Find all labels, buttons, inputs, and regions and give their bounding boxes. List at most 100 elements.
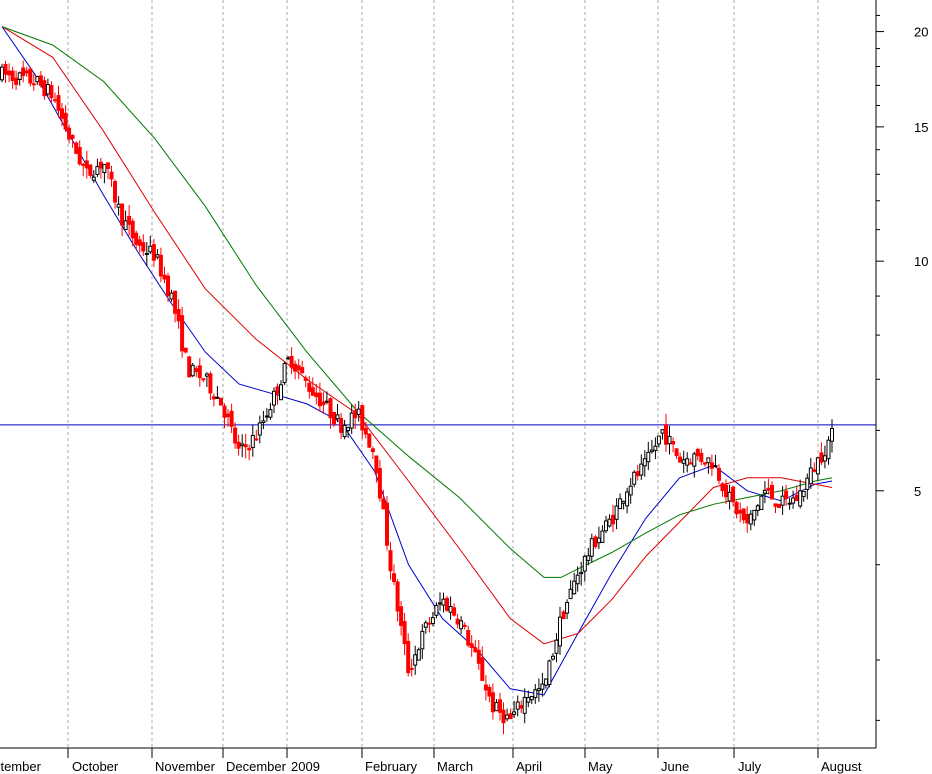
candle xyxy=(367,433,372,449)
candle xyxy=(667,425,672,455)
candle xyxy=(759,495,764,511)
candle-body xyxy=(236,441,241,449)
candle-body xyxy=(49,85,54,99)
candle-body xyxy=(561,611,566,620)
candle-body xyxy=(738,509,743,514)
candle xyxy=(770,481,774,500)
candle-body xyxy=(501,709,506,724)
candle-body xyxy=(109,171,114,180)
candle xyxy=(787,497,792,510)
candle xyxy=(219,397,223,406)
candle-body xyxy=(423,622,428,628)
candle-body xyxy=(88,164,93,176)
candle-body xyxy=(755,505,760,511)
candle xyxy=(300,360,305,374)
candle-body xyxy=(438,602,442,605)
candle xyxy=(540,672,545,697)
candle-body xyxy=(512,711,517,715)
candle-body xyxy=(180,315,185,352)
candle-body xyxy=(473,647,478,653)
candle xyxy=(190,363,195,378)
candle-body xyxy=(536,688,541,692)
candle xyxy=(558,606,562,655)
candle xyxy=(63,105,68,133)
candle xyxy=(508,708,513,720)
ma-mid-line xyxy=(1,26,833,645)
candle xyxy=(575,566,580,592)
candle xyxy=(272,387,276,413)
candle-body xyxy=(745,514,750,524)
candle xyxy=(28,67,33,87)
candle xyxy=(830,419,834,453)
candle-body xyxy=(261,420,266,423)
candle xyxy=(688,458,693,465)
x-tick-label: June xyxy=(661,759,689,774)
candle xyxy=(483,675,488,701)
candle-body xyxy=(155,254,160,258)
candle-body xyxy=(646,451,651,463)
candle xyxy=(480,646,485,681)
candle-body xyxy=(42,80,47,97)
candle-body xyxy=(688,462,693,465)
candle-body xyxy=(815,457,820,475)
candle xyxy=(519,700,524,713)
candle xyxy=(614,498,619,530)
candle-body xyxy=(222,405,227,418)
candle-body xyxy=(254,438,259,441)
candle-body xyxy=(233,427,238,444)
candle xyxy=(268,402,273,420)
candle xyxy=(120,203,125,237)
candle xyxy=(671,437,676,453)
candle-body xyxy=(724,484,728,498)
candle-body xyxy=(289,356,294,368)
candle xyxy=(395,579,400,622)
candle-body xyxy=(201,378,206,381)
tick-labels: 20 15 10 5 eptember October November December 20… xyxy=(0,25,928,774)
candle-body xyxy=(762,489,767,494)
candle xyxy=(674,447,679,460)
candle-body xyxy=(441,598,446,606)
candle xyxy=(134,230,139,250)
candle xyxy=(293,360,298,380)
candle xyxy=(356,401,361,422)
candle-body xyxy=(190,364,195,377)
candle-body xyxy=(540,683,545,690)
candle xyxy=(554,633,559,663)
candle-body xyxy=(607,518,612,527)
candle-body xyxy=(204,373,209,377)
candle-body xyxy=(706,457,711,464)
candle-body xyxy=(794,494,799,502)
candle-body xyxy=(339,417,344,433)
candle xyxy=(766,478,771,495)
x-tick-label: eptember xyxy=(0,759,42,774)
candle-body xyxy=(777,503,781,508)
candle-body xyxy=(173,290,178,314)
candle-body xyxy=(395,581,400,612)
candle-body xyxy=(667,435,672,445)
candle-body xyxy=(176,309,181,322)
candle-body xyxy=(74,142,79,154)
candle xyxy=(692,451,697,478)
candle-body xyxy=(197,365,202,379)
candle-body xyxy=(611,514,615,525)
candle-body xyxy=(286,357,291,360)
candle xyxy=(473,639,478,653)
candle xyxy=(14,70,19,90)
candle xyxy=(748,510,753,531)
candle xyxy=(180,306,185,358)
candle-body xyxy=(349,412,354,429)
ma-short-line xyxy=(1,26,833,696)
candle xyxy=(173,290,178,323)
candle xyxy=(215,386,220,399)
candle xyxy=(526,690,531,708)
candle-body xyxy=(582,555,587,572)
candle xyxy=(342,419,347,440)
candle xyxy=(204,372,209,387)
candle xyxy=(201,378,206,383)
candle-body xyxy=(830,428,834,442)
candle-body xyxy=(102,163,107,173)
candle-body xyxy=(459,620,464,630)
month-gridlines xyxy=(67,0,819,748)
candle-body xyxy=(469,643,474,649)
candle xyxy=(377,459,382,502)
